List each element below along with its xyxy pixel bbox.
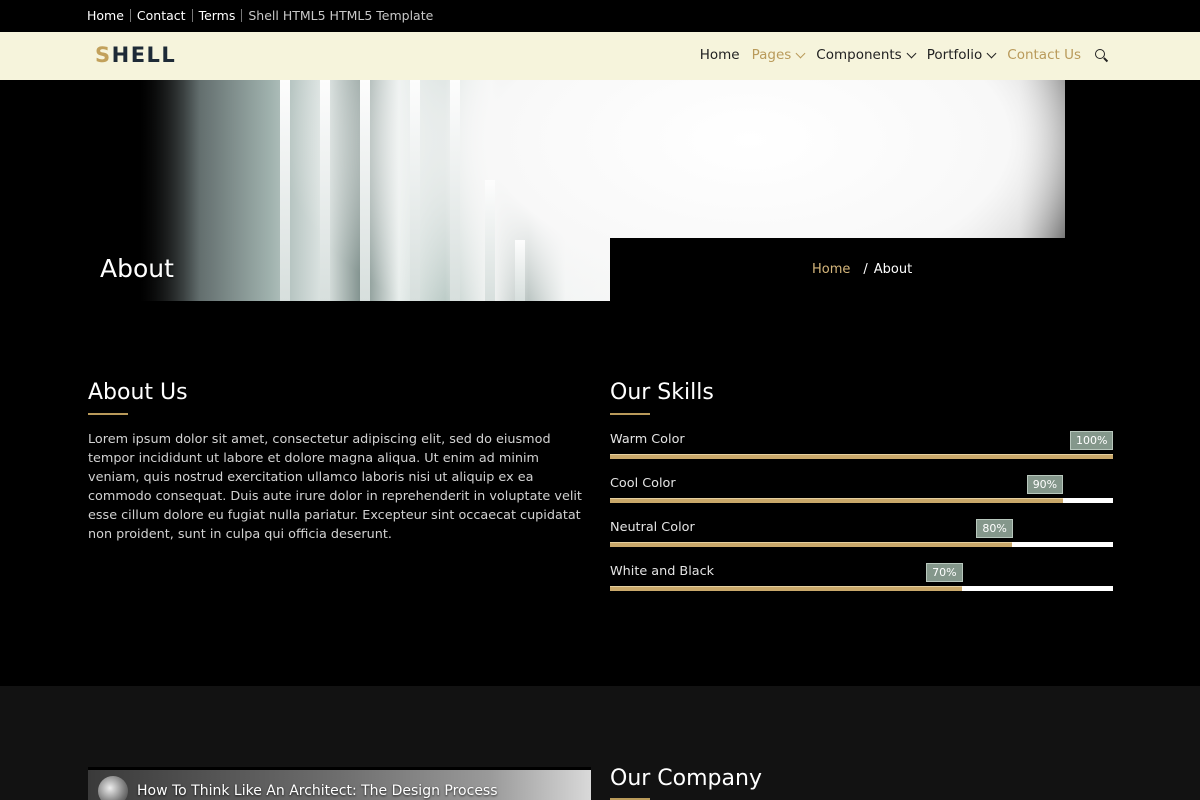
nav-item-pages[interactable]: Pages <box>751 47 806 63</box>
page-title: About <box>100 254 174 283</box>
skill-progress-track <box>610 498 1113 503</box>
template-name: Shell HTML5 HTML5 Template <box>248 8 434 23</box>
divider <box>191 9 193 22</box>
skill-item: Cool Color 90% <box>610 475 1113 510</box>
nav-label: Pages <box>751 47 792 63</box>
nav-item-home[interactable]: Home <box>700 47 740 63</box>
video-embed[interactable]: How To Think Like An Architect: The Desi… <box>88 767 591 800</box>
page-hero: About Home / About <box>0 80 1200 301</box>
company-section: How To Think Like An Architect: The Desi… <box>0 686 1200 800</box>
skill-progress-fill <box>610 454 1113 459</box>
logo-rest: HELL <box>111 43 177 67</box>
nav-menu: Home Pages Components Portfolio Contact … <box>688 47 1108 63</box>
skill-progress-track <box>610 454 1113 459</box>
nav-label: Portfolio <box>926 47 983 63</box>
chevron-down-icon <box>986 48 997 58</box>
breadcrumb: Home / About <box>812 262 912 277</box>
about-heading: About Us <box>88 380 188 405</box>
skill-item: White and Black 70% <box>610 563 1113 598</box>
heading-underline <box>88 413 128 415</box>
skill-label: White and Black <box>610 564 715 579</box>
nav-item-portfolio[interactable]: Portfolio <box>926 47 997 63</box>
skill-label: Warm Color <box>610 432 685 447</box>
nav-item-contact-us[interactable]: Contact Us <box>1007 47 1081 63</box>
divider <box>129 9 131 22</box>
skill-progress-track <box>610 586 1113 591</box>
skills-heading: Our Skills <box>610 380 714 405</box>
skill-label: Neutral Color <box>610 520 695 535</box>
skill-progress-fill <box>610 586 963 591</box>
divider <box>241 9 243 22</box>
skill-item: Warm Color 100% <box>610 431 1114 466</box>
chevron-down-icon <box>795 48 806 58</box>
skill-percent-badge: 100% <box>1070 431 1114 450</box>
main-navbar: SHELL Home Pages Components Portfolio Co… <box>0 32 1200 80</box>
nav-item-components[interactable]: Components <box>816 47 917 63</box>
video-title[interactable]: How To Think Like An Architect: The Desi… <box>137 783 498 799</box>
top-link-home[interactable]: Home <box>87 8 124 23</box>
top-links: Home Contact Terms Shell HTML5 HTML5 Tem… <box>87 8 433 23</box>
skill-percent-badge: 70% <box>926 563 963 582</box>
skill-item: Neutral Color 80% <box>610 519 1113 554</box>
skill-percent-badge: 90% <box>1026 475 1064 494</box>
top-bar: Home Contact Terms Shell HTML5 HTML5 Tem… <box>0 0 1200 32</box>
skill-label: Cool Color <box>610 476 676 491</box>
top-link-contact[interactable]: Contact <box>137 8 186 23</box>
skill-percent-badge: 80% <box>976 519 1013 538</box>
skill-progress-track <box>610 542 1113 547</box>
nav-label: Contact Us <box>1007 47 1081 63</box>
breadcrumb-separator: / <box>863 262 868 277</box>
skill-progress-fill <box>610 498 1063 503</box>
top-link-terms[interactable]: Terms <box>199 8 236 23</box>
skill-progress-fill <box>610 542 1013 547</box>
breadcrumb-home[interactable]: Home <box>812 262 850 277</box>
chevron-down-icon <box>906 48 917 58</box>
heading-underline <box>610 413 650 415</box>
company-heading: Our Company <box>610 766 762 791</box>
site-logo[interactable]: SHELL <box>95 43 176 67</box>
breadcrumb-current: About <box>873 262 913 277</box>
channel-avatar <box>98 776 128 800</box>
about-paragraph: Lorem ipsum dolor sit amet, consectetur … <box>88 432 582 542</box>
search-icon[interactable] <box>1095 48 1108 62</box>
nav-label: Home <box>699 47 740 63</box>
nav-label: Components <box>816 47 902 63</box>
logo-first-letter: S <box>95 43 112 67</box>
